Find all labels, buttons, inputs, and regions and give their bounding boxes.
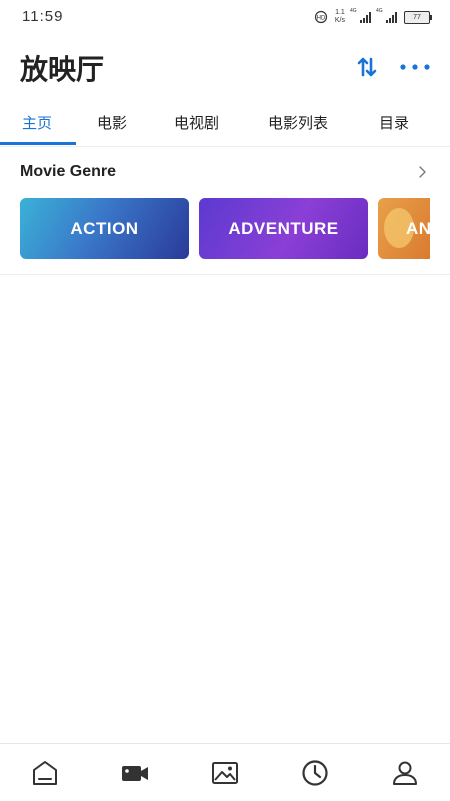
section-title: Movie Genre [20,163,117,180]
app-header: 放映厅 [0,40,450,96]
genre-carousel[interactable]: ACTION ADVENTURE AN [20,198,430,259]
signal-1-icon: 4G [350,8,371,23]
genre-section-header[interactable]: Movie Genre [20,160,430,184]
hd-call-icon: HD [314,10,327,24]
speed-unit: K/s [334,17,345,24]
nav-gallery[interactable] [210,758,240,788]
genre-card-label: ACTION [70,218,139,238]
genre-card-animation[interactable]: AN [378,198,430,259]
genre-card-label: AN [406,218,430,238]
signal-2-label: 4G [376,8,383,14]
genre-card-label: ADVENTURE [228,218,339,238]
home-icon [33,761,57,785]
tab-catalog[interactable]: 目录 [379,112,409,133]
nav-home[interactable] [30,758,60,788]
section-divider [0,274,450,275]
genre-card-adventure[interactable]: ADVENTURE [199,198,368,259]
status-icons: HD 1.1 K/s 4G 4G 77 [314,8,432,25]
sort-arrows-icon [357,57,377,77]
svg-text:HD: HD [317,16,326,22]
network-speed: 1.1 K/s [335,9,345,25]
more-button[interactable] [398,54,432,80]
sort-button[interactable] [354,54,380,80]
speed-value: 1.1 [335,9,345,16]
nav-video[interactable] [120,758,150,788]
active-tab-indicator [0,142,76,145]
status-bar: 11:59 HD 1.1 K/s 4G 4G 77 [0,0,450,34]
nav-profile[interactable] [390,758,420,788]
page-title: 放映厅 [20,53,105,86]
nav-history[interactable] [300,758,330,788]
profile-icon [393,761,417,785]
signal-2-icon: 4G [376,8,397,23]
clock-icon [302,760,328,786]
signal-1-label: 4G [350,8,357,14]
tab-bar: 主页 电影 电视剧 电影列表 目录 [0,100,450,147]
tab-movie-list[interactable]: 电影列表 [268,112,328,133]
tab-tv-series[interactable]: 电视剧 [174,112,219,133]
status-time: 11:59 [22,8,64,25]
chevron-right-icon[interactable] [416,165,428,179]
tab-movies[interactable]: 电影 [97,112,127,133]
image-icon [212,762,238,784]
more-dots-icon [400,64,430,70]
genre-card-action[interactable]: ACTION [20,198,189,259]
battery-icon: 77 [404,10,432,24]
bottom-navigation [0,743,450,801]
tab-home[interactable]: 主页 [22,112,52,133]
video-camera-icon [122,766,148,781]
